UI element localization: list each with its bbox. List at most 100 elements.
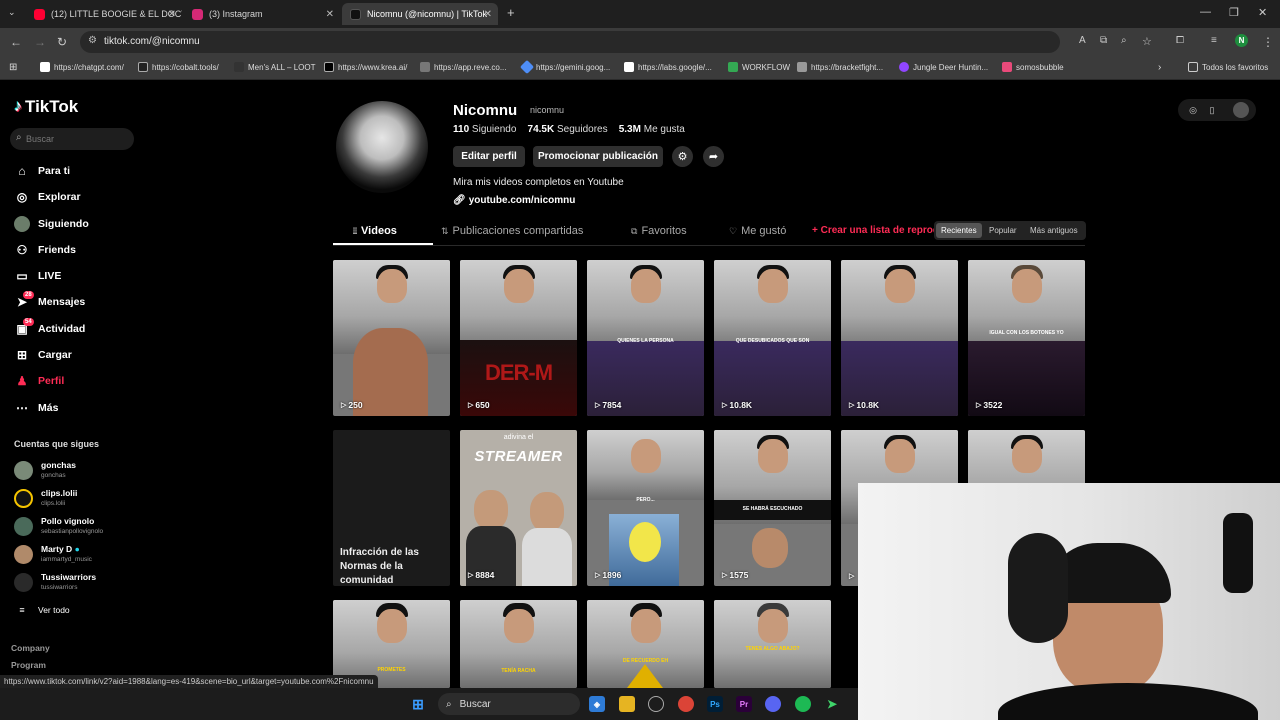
discord-icon[interactable] (765, 696, 781, 712)
forward-icon[interactable]: → (34, 35, 46, 49)
apps-icon[interactable]: ⊞ (9, 62, 17, 73)
widgets-icon[interactable]: ◈ (589, 696, 605, 712)
device-icon[interactable]: ▯ (1204, 102, 1220, 118)
install-icon[interactable]: ⧉ (1100, 35, 1107, 46)
profile-avatar[interactable]: N (1235, 34, 1248, 47)
taskbar-search[interactable]: ⌕ Buscar (438, 693, 580, 715)
profile-avatar-large[interactable] (336, 101, 428, 193)
windows-start-icon[interactable]: ⊞ (410, 696, 426, 712)
edit-profile-button[interactable]: Editar perfil (453, 146, 525, 167)
back-icon[interactable]: ← (10, 35, 22, 49)
translate-icon[interactable]: A (1079, 35, 1086, 46)
settings-gear-icon[interactable]: ⚙ (672, 146, 693, 167)
sort-recent[interactable]: Recientes (936, 223, 982, 238)
bookmark-item[interactable]: Jungle Deer Huntin... (899, 62, 988, 72)
nav-friends[interactable]: ⚇ Friends (14, 240, 76, 260)
close-window-icon[interactable]: ✕ (1258, 6, 1267, 19)
search-box[interactable]: ⌕ (10, 128, 134, 150)
sort-popular[interactable]: Popular (984, 223, 1022, 238)
bookmark-item[interactable]: https://chatgpt.com/ (40, 62, 124, 72)
tab-tiktok[interactable]: Nicomnu (@nicomnu) | TikTok ✕ (342, 3, 498, 25)
site-info-icon[interactable]: ⚙ (88, 35, 97, 46)
tab-youtube[interactable]: (12) LITTLE BOOGIE & EL DOCT ✕ (26, 3, 182, 25)
app-icon[interactable]: ➤ (824, 696, 840, 712)
video-card[interactable]: ▷ 10.8K (841, 260, 958, 416)
bookmark-item[interactable]: somosbubble (1002, 62, 1064, 72)
video-card[interactable]: SE HABRÁ ESCUCHADO ▷ 1575 (714, 430, 831, 586)
bookmark-item[interactable]: https://www.krea.ai/ (324, 62, 407, 72)
nav-siguiendo[interactable]: Siguiendo (14, 214, 89, 234)
new-tab-button[interactable]: + (507, 5, 515, 20)
footer-company[interactable]: Company (11, 643, 50, 653)
maximize-icon[interactable]: ❐ (1229, 6, 1239, 19)
bookmark-item[interactable]: Men's ALL – LOOT (234, 62, 315, 72)
nav-mas[interactable]: ⋯ Más (14, 398, 58, 418)
footer-program[interactable]: Program (11, 660, 46, 670)
sort-oldest[interactable]: Más antiguos (1025, 223, 1083, 238)
bookmark-label: WORKFLOW (742, 62, 790, 72)
bookmark-item[interactable]: https://gemini.goog... (519, 59, 610, 75)
following-count[interactable]: 110 (453, 124, 469, 135)
minimize-icon[interactable]: — (1200, 6, 1211, 18)
nav-actividad[interactable]: ▣ 54 Actividad (14, 318, 86, 339)
nav-explorar[interactable]: ◎ Explorar (14, 187, 81, 207)
video-card[interactable]: TENÍA RACHA (460, 600, 577, 688)
video-card[interactable]: ▷ 250 (333, 260, 450, 416)
bookmark-item[interactable]: WORKFLOW (728, 62, 790, 72)
video-card[interactable]: DER-M ▷ 650 (460, 260, 577, 416)
bookmark-item[interactable]: https://app.reve.co... (420, 62, 506, 72)
video-card[interactable]: IGUAL CON LOS BOTONES YO ▷ 3522 (968, 260, 1085, 416)
compass-icon[interactable]: ◎ (1185, 102, 1201, 118)
video-card[interactable]: QUE DESUBICADOS QUE SON ▷ 10.8K (714, 260, 831, 416)
nav-label: Actividad (38, 323, 86, 335)
search-input[interactable] (26, 131, 126, 147)
promote-button[interactable]: Promocionar publicación (533, 146, 663, 167)
file-explorer-icon[interactable] (619, 696, 635, 712)
followers-count[interactable]: 74.5K (528, 124, 555, 135)
tab-videos[interactable]: ⦙⦙ Videos (353, 225, 397, 237)
video-card-restricted[interactable]: Infracción de las Normas de la comunidad (333, 430, 450, 586)
tab-liked[interactable]: ♡ Me gustó (729, 225, 786, 237)
close-icon[interactable]: ✕ (484, 9, 492, 20)
omnibox[interactable]: ⚙ tiktok.com/@nicomnu (80, 31, 1060, 53)
nav-para-ti[interactable]: ⌂ Para ti (14, 161, 70, 181)
tab-instagram[interactable]: (3) Instagram ✕ (184, 3, 340, 25)
chevron-right-icon[interactable]: › (1158, 62, 1161, 73)
chrome-icon[interactable] (678, 696, 694, 712)
tab-search-icon[interactable]: ⌄ (8, 7, 16, 18)
user-avatar[interactable] (1233, 102, 1249, 118)
nav-mensajes[interactable]: ➤ 28 Mensajes (14, 291, 85, 312)
nav-perfil[interactable]: ♟ Perfil (14, 371, 65, 391)
spotify-icon[interactable] (795, 696, 811, 712)
tab-shared[interactable]: ⇅ Publicaciones compartidas (441, 225, 583, 237)
tab-favorites[interactable]: ⧉ Favoritos (631, 225, 687, 237)
close-icon[interactable]: ✕ (168, 9, 176, 20)
reload-icon[interactable]: ↻ (57, 35, 67, 49)
profile-link[interactable]: 🔗︎ youtube.com/nicomnu (453, 195, 575, 206)
video-card[interactable]: DE RECUERDO EH (587, 600, 704, 688)
video-card[interactable]: TENES ALGO ABAJO? (714, 600, 831, 688)
video-card[interactable]: adivina el STREAMER ▷ 8884 (460, 430, 577, 586)
menu-icon[interactable]: ⋮ (1262, 35, 1274, 49)
extensions-icon[interactable]: ⧠ (1176, 35, 1184, 46)
zoom-icon[interactable]: ⌕ (1121, 35, 1127, 46)
bookmark-item[interactable]: https://labs.google/... (624, 62, 712, 72)
nav-cargar[interactable]: ⊞ Cargar (14, 345, 72, 365)
all-bookmarks[interactable]: Todos los favoritos (1188, 62, 1268, 72)
nav-live[interactable]: ▭ LIVE (14, 266, 61, 286)
star-icon[interactable]: ☆ (1142, 35, 1152, 48)
photoshop-icon[interactable]: Ps (707, 696, 723, 712)
video-card[interactable]: QUIENES LA PERSONA ▷ 7854 (587, 260, 704, 416)
bookmark-item[interactable]: https://cobalt.tools/ (138, 62, 219, 72)
share-icon[interactable]: ➦ (703, 146, 724, 167)
close-icon[interactable]: ✕ (326, 9, 334, 20)
profile-bio: Mira mis videos completos en Youtube (453, 177, 624, 188)
bookmark-item[interactable]: https://bracketfight... (797, 62, 883, 72)
github-icon[interactable] (648, 696, 664, 712)
reading-list-icon[interactable]: ≡ (1211, 35, 1217, 46)
premiere-icon[interactable]: Pr (736, 696, 752, 712)
video-card[interactable]: PERO... ▷ 1896 (587, 430, 704, 586)
tiktok-logo[interactable]: ♪ TikTok (14, 97, 78, 117)
see-all-link[interactable]: ≡ Ver todo (14, 600, 69, 620)
create-playlist-button[interactable]: + Crear una lista de reproducción (812, 225, 942, 236)
